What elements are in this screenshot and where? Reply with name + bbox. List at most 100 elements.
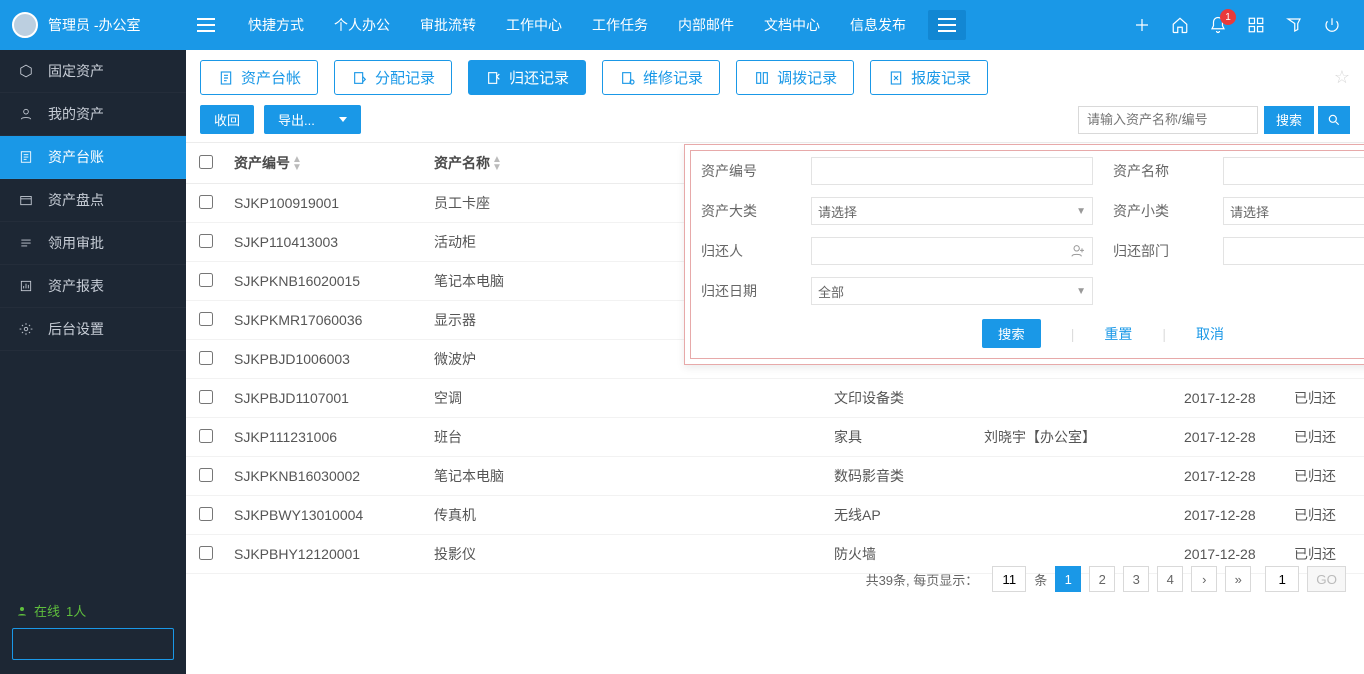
sort-icon[interactable]: ▲▼	[292, 156, 302, 172]
favorite-star-icon[interactable]: ☆	[1334, 67, 1350, 88]
per-page-input[interactable]	[992, 566, 1026, 592]
adv-search-button[interactable]: 搜索	[982, 319, 1041, 348]
nav-publish[interactable]: 信息发布	[838, 1, 918, 49]
adv-input-code[interactable]	[811, 157, 1093, 185]
recall-button[interactable]: 收回	[200, 105, 254, 134]
row-checkbox[interactable]	[199, 507, 213, 521]
adv-label-code: 资产编号	[691, 151, 801, 191]
row-checkbox[interactable]	[199, 195, 213, 209]
sidebar-item-settings[interactable]: 后台设置	[0, 308, 186, 351]
cell-person: 刘晓宇【办公室】	[976, 418, 1176, 457]
nav-mail[interactable]: 内部邮件	[666, 1, 746, 49]
goto-page-input[interactable]	[1265, 566, 1299, 592]
nav-workcenter[interactable]: 工作中心	[494, 1, 574, 49]
tab-transfer-records[interactable]: 调拨记录	[736, 60, 854, 95]
adv-select-big-category[interactable]: 请选择▼	[811, 197, 1093, 225]
nav-tasks[interactable]: 工作任务	[580, 1, 660, 49]
adv-input-return-dept[interactable]	[1223, 237, 1364, 265]
select-all-checkbox[interactable]	[199, 155, 213, 169]
search-input[interactable]	[1078, 106, 1258, 134]
page-2[interactable]: 2	[1089, 566, 1115, 592]
cell-status: 已归还	[1286, 496, 1364, 535]
nav-approval[interactable]: 审批流转	[408, 1, 488, 49]
tab-asset-ledger[interactable]: 资产台帐	[200, 60, 318, 95]
cell-person	[976, 496, 1176, 535]
sidebar-item-fixed-assets[interactable]: 固定资产	[0, 50, 186, 93]
sidebar-item-approval[interactable]: 领用审批	[0, 222, 186, 265]
table-row[interactable]: SJKP111231006 班台 家具 刘晓宇【办公室】 2017-12-28 …	[186, 418, 1364, 457]
sidebar-item-my-assets[interactable]: 我的资产	[0, 93, 186, 136]
row-checkbox[interactable]	[199, 234, 213, 248]
tab-repair-records[interactable]: 维修记录	[602, 60, 720, 95]
sidebar-item-reports[interactable]: 资产报表	[0, 265, 186, 308]
sidebar-item-asset-ledger[interactable]: 资产台账	[0, 136, 186, 179]
table-row[interactable]: SJKPKNB16030002 笔记本电脑 数码影音类 2017-12-28 已…	[186, 457, 1364, 496]
cube-icon	[18, 63, 34, 79]
row-checkbox[interactable]	[199, 468, 213, 482]
row-checkbox[interactable]	[199, 273, 213, 287]
gear-icon	[18, 321, 34, 337]
pagination-total: 共39条, 每页显示：	[866, 570, 979, 589]
apps-icon[interactable]	[1246, 15, 1266, 35]
page-3[interactable]: 3	[1123, 566, 1149, 592]
cell-date: 2017-12-28	[1176, 496, 1286, 535]
row-checkbox[interactable]	[199, 429, 213, 443]
plus-icon[interactable]	[1132, 15, 1152, 35]
export-dropdown-button[interactable]: 导出...	[264, 105, 361, 134]
adv-input-name[interactable]	[1223, 157, 1364, 185]
tab-return-records[interactable]: 归还记录	[468, 60, 586, 95]
cell-person	[976, 457, 1176, 496]
page-next[interactable]: ›	[1191, 566, 1217, 592]
row-checkbox[interactable]	[199, 312, 213, 326]
column-code[interactable]: 资产编号▲▼	[226, 143, 426, 184]
adv-reset-link[interactable]: 重置	[1104, 324, 1132, 344]
advanced-search-toggle[interactable]	[1318, 106, 1350, 134]
cell-code: SJKPBJD1006003	[226, 340, 426, 379]
sidebar-search-input[interactable]	[21, 637, 198, 652]
sidebar-search[interactable]	[12, 628, 174, 660]
cell-date: 2017-12-28	[1176, 457, 1286, 496]
cell-person	[976, 379, 1176, 418]
nav-personal[interactable]: 个人办公	[322, 1, 402, 49]
tab-assign-records[interactable]: 分配记录	[334, 60, 452, 95]
adv-cancel-link[interactable]: 取消	[1196, 324, 1224, 344]
bell-icon[interactable]: 1	[1208, 15, 1228, 35]
search-button[interactable]: 搜索	[1264, 106, 1314, 134]
menu-toggle-icon[interactable]	[186, 18, 226, 32]
nav-docs[interactable]: 文档中心	[752, 1, 832, 49]
goto-button[interactable]: GO	[1307, 566, 1346, 592]
home-icon[interactable]	[1170, 15, 1190, 35]
adv-select-small-category[interactable]: 请选择▼	[1223, 197, 1364, 225]
separator: |	[1162, 326, 1166, 342]
theme-icon[interactable]	[1284, 15, 1304, 35]
sidebar-item-inventory[interactable]: 资产盘点	[0, 179, 186, 222]
adv-label-small-category: 资产小类	[1103, 191, 1213, 231]
sidebar-label: 资产盘点	[48, 190, 104, 210]
table-row[interactable]: SJKPBJD1107001 空调 文印设备类 2017-12-28 已归还	[186, 379, 1364, 418]
nav-more-icon[interactable]	[928, 10, 966, 40]
power-icon[interactable]	[1322, 15, 1342, 35]
table-row[interactable]: SJKPBWY13010004 传真机 无线AP 2017-12-28 已归还	[186, 496, 1364, 535]
row-checkbox[interactable]	[199, 390, 213, 404]
cell-code: SJKPKNB16030002	[226, 457, 426, 496]
page-4[interactable]: 4	[1157, 566, 1183, 592]
separator: |	[1071, 326, 1075, 342]
row-checkbox[interactable]	[199, 546, 213, 560]
online-count: 1人	[66, 601, 86, 620]
cell-category: 数码影音类	[826, 457, 976, 496]
select-all-header[interactable]	[186, 143, 226, 184]
tab-scrap-records[interactable]: 报废记录	[870, 60, 988, 95]
adv-input-return-person[interactable]	[811, 237, 1093, 265]
page-1[interactable]: 1	[1055, 566, 1081, 592]
sort-icon[interactable]: ▲▼	[492, 156, 502, 172]
report-icon	[18, 278, 34, 294]
current-user[interactable]: 管理员 -办公室	[0, 12, 186, 38]
nav-shortcut[interactable]: 快捷方式	[236, 1, 316, 49]
adv-label-name: 资产名称	[1103, 151, 1213, 191]
row-checkbox[interactable]	[199, 351, 213, 365]
page-last[interactable]: »	[1225, 566, 1251, 592]
return-icon	[485, 69, 503, 87]
adv-select-return-date[interactable]: 全部▼	[811, 277, 1093, 305]
online-status[interactable]: 在线 1人	[12, 601, 174, 620]
online-label: 在线	[34, 601, 60, 620]
